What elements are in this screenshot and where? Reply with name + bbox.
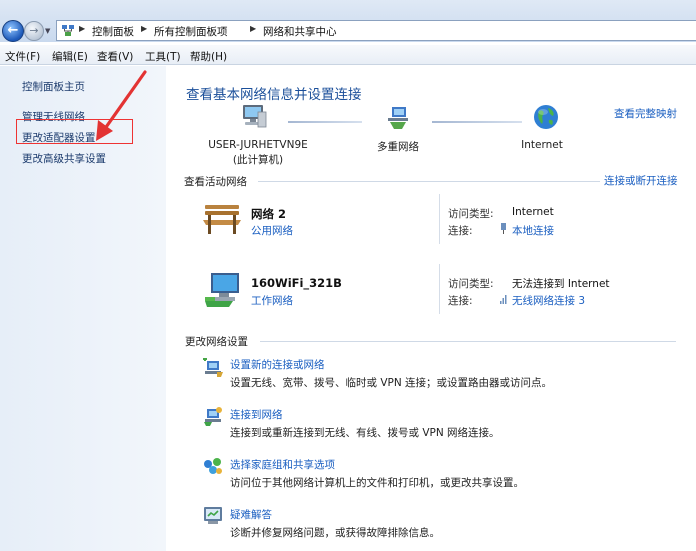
page-title: 查看基本网络信息并设置连接 bbox=[186, 87, 362, 103]
bench-icon bbox=[203, 205, 241, 234]
main-content: 查看基本网络信息并设置连接 查看完整映射 USER-JURHETVN9E (此计… bbox=[166, 66, 696, 551]
network-1-type-link[interactable]: 公用网络 bbox=[251, 223, 293, 238]
internet-label: Internet bbox=[521, 139, 563, 151]
connection-key: 连接: bbox=[448, 225, 473, 237]
computer-caption: (此计算机) bbox=[232, 154, 284, 166]
change-settings-header: 更改网络设置 bbox=[185, 336, 248, 348]
address-bar: ← → ▼ ▶ 控制面板 ▶ 所有控制面板项 ▶ 网络和共享中心 bbox=[0, 0, 696, 42]
breadcrumb-control-panel[interactable]: 控制面板 bbox=[92, 24, 134, 39]
menu-help[interactable]: 帮助(H) bbox=[190, 49, 227, 64]
wireless-connection-link[interactable]: 无线网络连接 3 bbox=[512, 293, 585, 308]
ethernet-icon bbox=[501, 223, 506, 234]
network-location-icon bbox=[62, 25, 74, 36]
task-troubleshoot-link[interactable]: 疑难解答 bbox=[230, 507, 272, 522]
address-field[interactable]: ▶ 控制面板 ▶ 所有控制面板项 ▶ 网络和共享中心 bbox=[56, 20, 696, 41]
menu-edit[interactable]: 编辑(E) bbox=[52, 49, 88, 64]
network-2-name: 160WiFi_321B bbox=[251, 276, 342, 290]
task-troubleshoot-desc: 诊断并修复网络问题，或获得故障排除信息。 bbox=[230, 527, 440, 539]
homegroup-icon bbox=[204, 458, 222, 474]
recent-pages-dropdown[interactable]: ▼ bbox=[45, 26, 55, 36]
forward-button[interactable]: → bbox=[24, 21, 44, 41]
column-divider bbox=[439, 194, 440, 244]
chevron-right-icon[interactable]: ▶ bbox=[79, 24, 85, 33]
section-divider bbox=[260, 341, 676, 342]
breadcrumb-all-items[interactable]: 所有控制面板项 bbox=[154, 24, 228, 39]
computer-icon bbox=[243, 105, 267, 128]
menu-bar: 文件(F) 编辑(E) 查看(V) 工具(T) 帮助(H) bbox=[0, 45, 696, 65]
section-divider bbox=[258, 181, 600, 182]
new-connection-icon bbox=[203, 358, 223, 377]
task-connect-network-link[interactable]: 连接到网络 bbox=[230, 407, 283, 422]
back-button[interactable]: ← bbox=[2, 20, 24, 42]
active-networks-header: 查看活动网络 bbox=[184, 176, 247, 188]
task-setup-connection-desc: 设置无线、宽带、拨号、临时或 VPN 连接；或设置路由器或访问点。 bbox=[230, 377, 553, 389]
wireless-signal-icon bbox=[500, 295, 507, 304]
column-divider bbox=[439, 264, 440, 314]
map-connection-line bbox=[432, 121, 522, 123]
troubleshoot-icon bbox=[204, 507, 222, 524]
sidebar-item-control-panel-home[interactable]: 控制面板主页 bbox=[22, 79, 85, 94]
multiple-networks-icon bbox=[388, 107, 408, 129]
menu-file[interactable]: 文件(F) bbox=[5, 49, 40, 64]
map-connection-line bbox=[288, 121, 362, 123]
task-homegroup-link[interactable]: 选择家庭组和共享选项 bbox=[230, 457, 335, 472]
sidebar-item-advanced-sharing[interactable]: 更改高级共享设置 bbox=[22, 151, 106, 166]
access-type-value: Internet bbox=[512, 206, 554, 218]
access-type-key: 访问类型: bbox=[448, 278, 494, 290]
work-network-icon bbox=[205, 273, 239, 307]
local-connection-link[interactable]: 本地连接 bbox=[512, 223, 554, 238]
menu-view[interactable]: 查看(V) bbox=[97, 49, 133, 64]
task-connect-network-desc: 连接到或重新连接到无线、有线、拨号或 VPN 网络连接。 bbox=[230, 427, 500, 439]
view-full-map-link[interactable]: 查看完整映射 bbox=[614, 106, 677, 121]
chevron-right-icon[interactable]: ▶ bbox=[250, 24, 256, 33]
task-setup-connection-link[interactable]: 设置新的连接或网络 bbox=[230, 357, 325, 372]
globe-icon bbox=[534, 105, 558, 129]
breadcrumb-network-center[interactable]: 网络和共享中心 bbox=[263, 24, 337, 39]
annotation-highlight-box bbox=[16, 119, 133, 144]
chevron-right-icon[interactable]: ▶ bbox=[141, 24, 147, 33]
multiple-networks-label: 多重网络 bbox=[377, 141, 419, 153]
network-2-type-link[interactable]: 工作网络 bbox=[251, 293, 293, 308]
connection-key: 连接: bbox=[448, 295, 473, 307]
access-type-value: 无法连接到 Internet bbox=[512, 278, 610, 290]
connect-or-disconnect-link[interactable]: 连接或断开连接 bbox=[604, 173, 678, 188]
computer-name: USER-JURHETVN9E bbox=[208, 139, 308, 151]
task-homegroup-desc: 访问位于其他网络计算机上的文件和打印机，或更改共享设置。 bbox=[230, 477, 524, 489]
network-1-name: 网络 2 bbox=[251, 207, 287, 221]
access-type-key: 访问类型: bbox=[448, 208, 494, 220]
menu-tools[interactable]: 工具(T) bbox=[145, 49, 181, 64]
connect-to-network-icon bbox=[204, 407, 222, 426]
